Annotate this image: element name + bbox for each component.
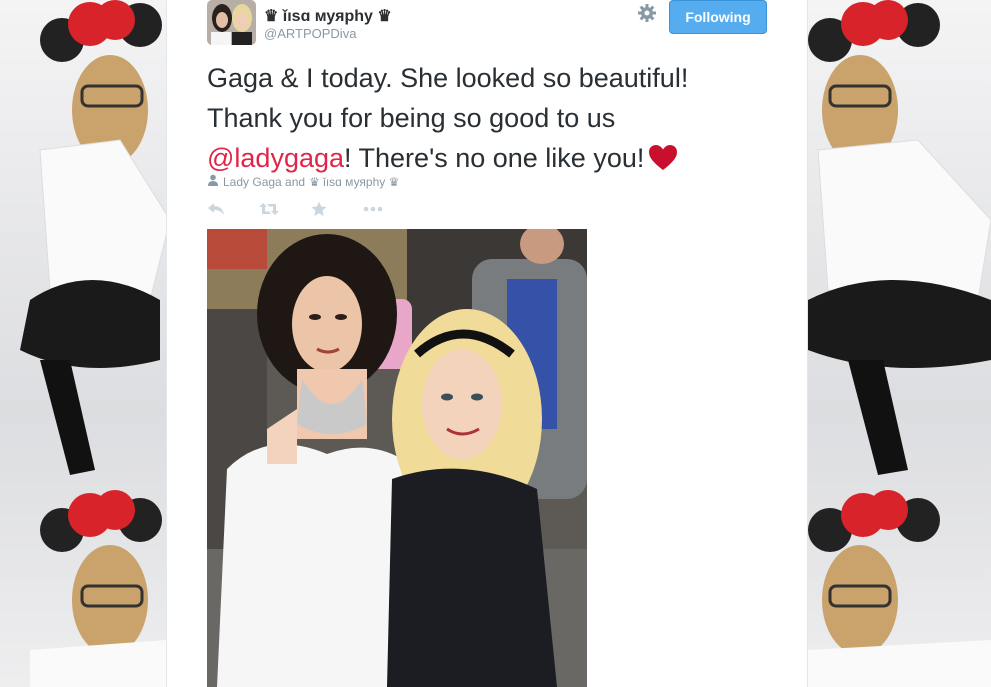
following-button[interactable]: Following <box>669 0 767 34</box>
gear-icon[interactable] <box>637 3 657 23</box>
tweet-text-line-1: Gaga & I today. She looked so beautiful! <box>207 63 689 93</box>
retweet-icon[interactable] <box>259 198 311 220</box>
profile-background-left <box>0 0 166 687</box>
tweet-text-line-3: ! There's no one like you! <box>344 143 645 173</box>
display-name[interactable]: ♛ ǐısɑ муярhу ♛ <box>264 6 392 26</box>
star-icon[interactable] <box>311 198 363 220</box>
background-figure-image <box>808 0 991 687</box>
avatar-image <box>207 0 256 45</box>
reply-icon[interactable] <box>207 198 259 220</box>
tweet-actions <box>207 198 415 220</box>
screen-name[interactable]: @ARTPOPDiva <box>264 26 356 41</box>
mention-link[interactable]: @ladygaga <box>207 143 344 173</box>
tweet-text-line-2: Thank you for being so good to us <box>207 103 616 133</box>
tagged-users: Lady Gaga and ♛ ǐısɑ муярhу ♛ <box>207 174 399 189</box>
background-figure-image <box>20 0 166 687</box>
profile-background-right <box>808 0 991 687</box>
tweet-text: Gaga & I today. She looked so beautiful!… <box>207 58 767 182</box>
tweet-photo[interactable] <box>207 229 587 687</box>
tagged-prefix[interactable]: Lady Gaga and <box>223 175 305 189</box>
avatar[interactable] <box>207 0 256 45</box>
ellipsis-icon[interactable] <box>363 198 415 220</box>
tweet-card: ♛ ǐısɑ муярhу ♛ @ARTPOPDiva Following Ga… <box>166 0 808 687</box>
red-heart-icon <box>648 142 678 182</box>
photo-image <box>207 229 587 687</box>
tagged-user[interactable]: ♛ ǐısɑ муярhу ♛ <box>309 175 399 189</box>
person-icon <box>207 174 219 189</box>
